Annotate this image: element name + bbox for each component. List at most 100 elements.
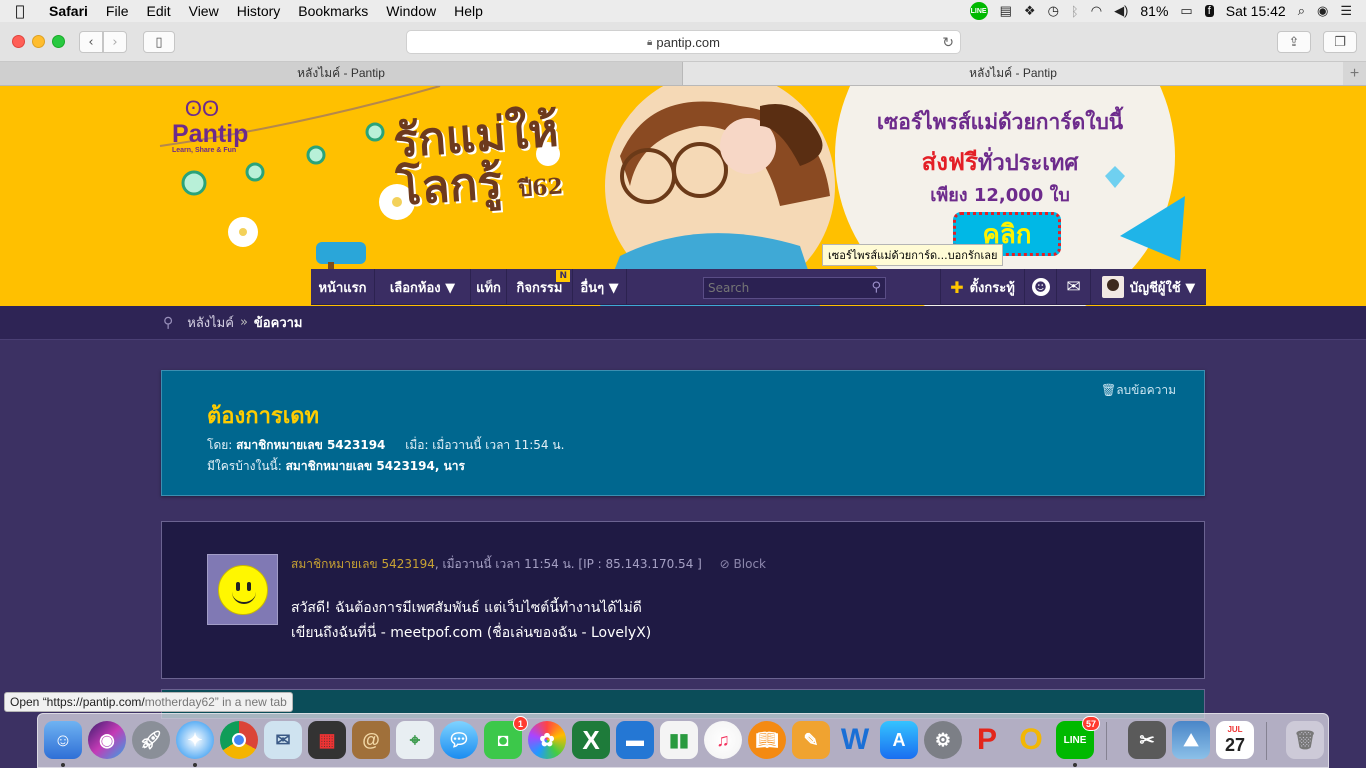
menu-bookmarks[interactable]: Bookmarks [289, 3, 377, 19]
photos-icon[interactable]: ✿ [528, 721, 566, 759]
ibooks-icon[interactable]: 📖︎ [748, 721, 786, 759]
utilities-icon[interactable]: ✂ [1128, 721, 1166, 759]
new-tab-button[interactable]: + [1343, 62, 1366, 85]
back-button[interactable]: ‹ [79, 31, 103, 53]
facetime-icon[interactable]: ◘ 1 [484, 716, 528, 759]
siri-icon[interactable]: ◉ [88, 721, 126, 759]
screens-icon[interactable]: ▤ [1000, 3, 1012, 19]
nav-tags[interactable]: แท็ก [471, 269, 507, 305]
launchpad-icon[interactable]: 🚀︎ [132, 721, 170, 759]
block-label: Block [733, 557, 767, 571]
trash-icon: 🗑︎ [1100, 383, 1117, 397]
maps-icon[interactable]: ⌖ [396, 721, 434, 759]
plus-icon: + [1349, 64, 1360, 82]
safari-icon[interactable]: ✦ [176, 721, 214, 759]
nav-activities[interactable]: กิจกรรม N [507, 269, 573, 305]
itunes-icon[interactable]: ♫ [704, 721, 742, 759]
tabs-icon: ❐ [1334, 34, 1346, 50]
share-button[interactable]: ⇪ [1277, 31, 1311, 53]
envelope-icon: ✉ [1066, 277, 1081, 297]
nav-more[interactable]: อื่นๆ ▼ [573, 269, 627, 305]
powerpoint-p-icon[interactable]: P [968, 721, 1006, 759]
facetime-badge: 1 [513, 716, 528, 731]
app-store-icon[interactable]: A [880, 721, 918, 759]
topic-title: ต้องการเดท [207, 404, 320, 429]
volume-icon[interactable]: ◀) [1114, 3, 1128, 19]
search-input[interactable] [708, 281, 858, 295]
spotlight-icon[interactable]: ⌕ [1298, 3, 1305, 19]
message-post: สมาชิกหมายเลข 5423194, เมื่อวานนี้ เวลา … [161, 521, 1205, 679]
menu-view[interactable]: View [180, 3, 228, 19]
forward-button[interactable]: › [103, 31, 127, 53]
finder-icon[interactable]: ☺ [44, 721, 82, 759]
nav-rooms[interactable]: เลือกห้อง ▼ [375, 269, 471, 305]
bluetooth-icon[interactable]: ᛒ [1071, 4, 1079, 19]
numbers-icon[interactable]: ▮▮ [660, 721, 698, 759]
menu-file[interactable]: File [97, 3, 138, 19]
system-preferences-icon[interactable]: ⚙ [924, 721, 962, 759]
status-link-suffix: motherday62” in a new tab [144, 695, 287, 709]
sidebar-button[interactable]: ▯ [143, 31, 175, 53]
messages-icon[interactable]: 💬︎ [440, 721, 478, 759]
by-user[interactable]: สมาชิกหมายเลข 5423194 [236, 438, 385, 452]
menu-edit[interactable]: Edit [137, 3, 179, 19]
clock[interactable]: Sat 15:42 [1226, 3, 1286, 19]
menu-window[interactable]: Window [377, 3, 445, 19]
photo-booth-icon[interactable]: ▦ [308, 721, 346, 759]
search-icon[interactable]: ⚲ [871, 280, 881, 295]
pantip-logo[interactable]: ʘʘ Pantip Learn, Share & Fun [172, 96, 248, 154]
post-author[interactable]: สมาชิกหมายเลข 5423194 [291, 557, 435, 571]
new-topic-button[interactable]: ✚ ตั้งกระทู้ [940, 269, 1024, 305]
breadcrumb-current: ข้อความ [253, 316, 303, 331]
word-icon[interactable]: W [836, 721, 874, 759]
post-line-2: เขียนถึงฉันที่นี่ - meetpof.com (ชื่อเล่… [291, 625, 652, 641]
app-tray-icon[interactable]: f [1204, 5, 1214, 17]
mail-stamp-icon[interactable]: ✉ [264, 721, 302, 759]
delete-message-button[interactable]: 🗑︎ลบข้อความ [1101, 381, 1176, 400]
line-app-icon[interactable]: LINE 57 [1056, 716, 1100, 759]
preview-icon[interactable]: ⛰︎ [1172, 721, 1210, 759]
notification-center-icon[interactable]: ☰ [1340, 3, 1352, 19]
contacts-icon[interactable]: @ [352, 721, 390, 759]
dropbox-icon[interactable]: ❖ [1024, 3, 1036, 19]
emoticon-button[interactable]: ☻ [1024, 269, 1056, 305]
promo-line2: ส่งฟรีทั่วประเทศ [860, 142, 1140, 181]
post-line-1: สวัสดี! ฉันต้องการมีเพศสัมพันธ์ แต่เว็บไ… [291, 600, 642, 616]
minimize-window-button[interactable] [32, 35, 45, 48]
delete-label: ลบข้อความ [1116, 383, 1176, 397]
battery-icon[interactable]: ▭ [1180, 3, 1192, 19]
reload-icon[interactable]: ↻ [942, 34, 954, 51]
members-list[interactable]: สมาชิกหมายเลข 5423194, นาร [286, 459, 465, 473]
trash-icon[interactable]: 🗑︎ [1286, 721, 1324, 759]
line-tray-icon[interactable]: LINE [969, 2, 988, 20]
messages-button[interactable]: ✉ [1056, 269, 1090, 305]
calendar-day: 27 [1224, 735, 1246, 755]
breadcrumb-parent[interactable]: หลังไมค์ [187, 312, 234, 333]
zoom-window-button[interactable] [52, 35, 65, 48]
apple-icon[interactable]:  [0, 2, 40, 20]
post-avatar[interactable] [207, 554, 278, 625]
battery-percent: 81% [1140, 3, 1169, 19]
address-bar[interactable]: 🔒︎ pantip.com ↻ [406, 30, 961, 54]
tab-overview-button[interactable]: ❐ [1323, 31, 1357, 53]
account-menu[interactable]: บัญชีผู้ใช้ ▼ [1090, 269, 1206, 305]
nav-home[interactable]: หน้าแรก [311, 269, 375, 305]
siri-icon[interactable]: ◉ [1317, 3, 1328, 19]
tab-2[interactable]: หลังไมค์ - Pantip [683, 62, 1343, 85]
menu-history[interactable]: History [228, 3, 290, 19]
pages-icon[interactable]: ✎ [792, 721, 830, 759]
share-icon: ⇪ [1288, 34, 1300, 50]
block-button[interactable]: ⊘ Block [720, 557, 766, 571]
wifi-icon[interactable]: ◠ [1091, 3, 1102, 19]
menu-app-name[interactable]: Safari [40, 3, 97, 19]
close-window-button[interactable] [12, 35, 25, 48]
calendar-icon[interactable]: JUL 27 [1216, 721, 1254, 759]
excel-icon[interactable]: X [572, 721, 610, 759]
chrome-icon[interactable] [220, 721, 258, 759]
breadcrumb-separator: » [239, 315, 248, 330]
keynote-icon[interactable]: ▬ [616, 721, 654, 759]
menu-help[interactable]: Help [445, 3, 492, 19]
circle-app-icon[interactable]: O [1012, 721, 1050, 759]
tab-1[interactable]: หลังไมค์ - Pantip [0, 62, 683, 85]
time-machine-icon[interactable]: ◷ [1048, 3, 1059, 19]
